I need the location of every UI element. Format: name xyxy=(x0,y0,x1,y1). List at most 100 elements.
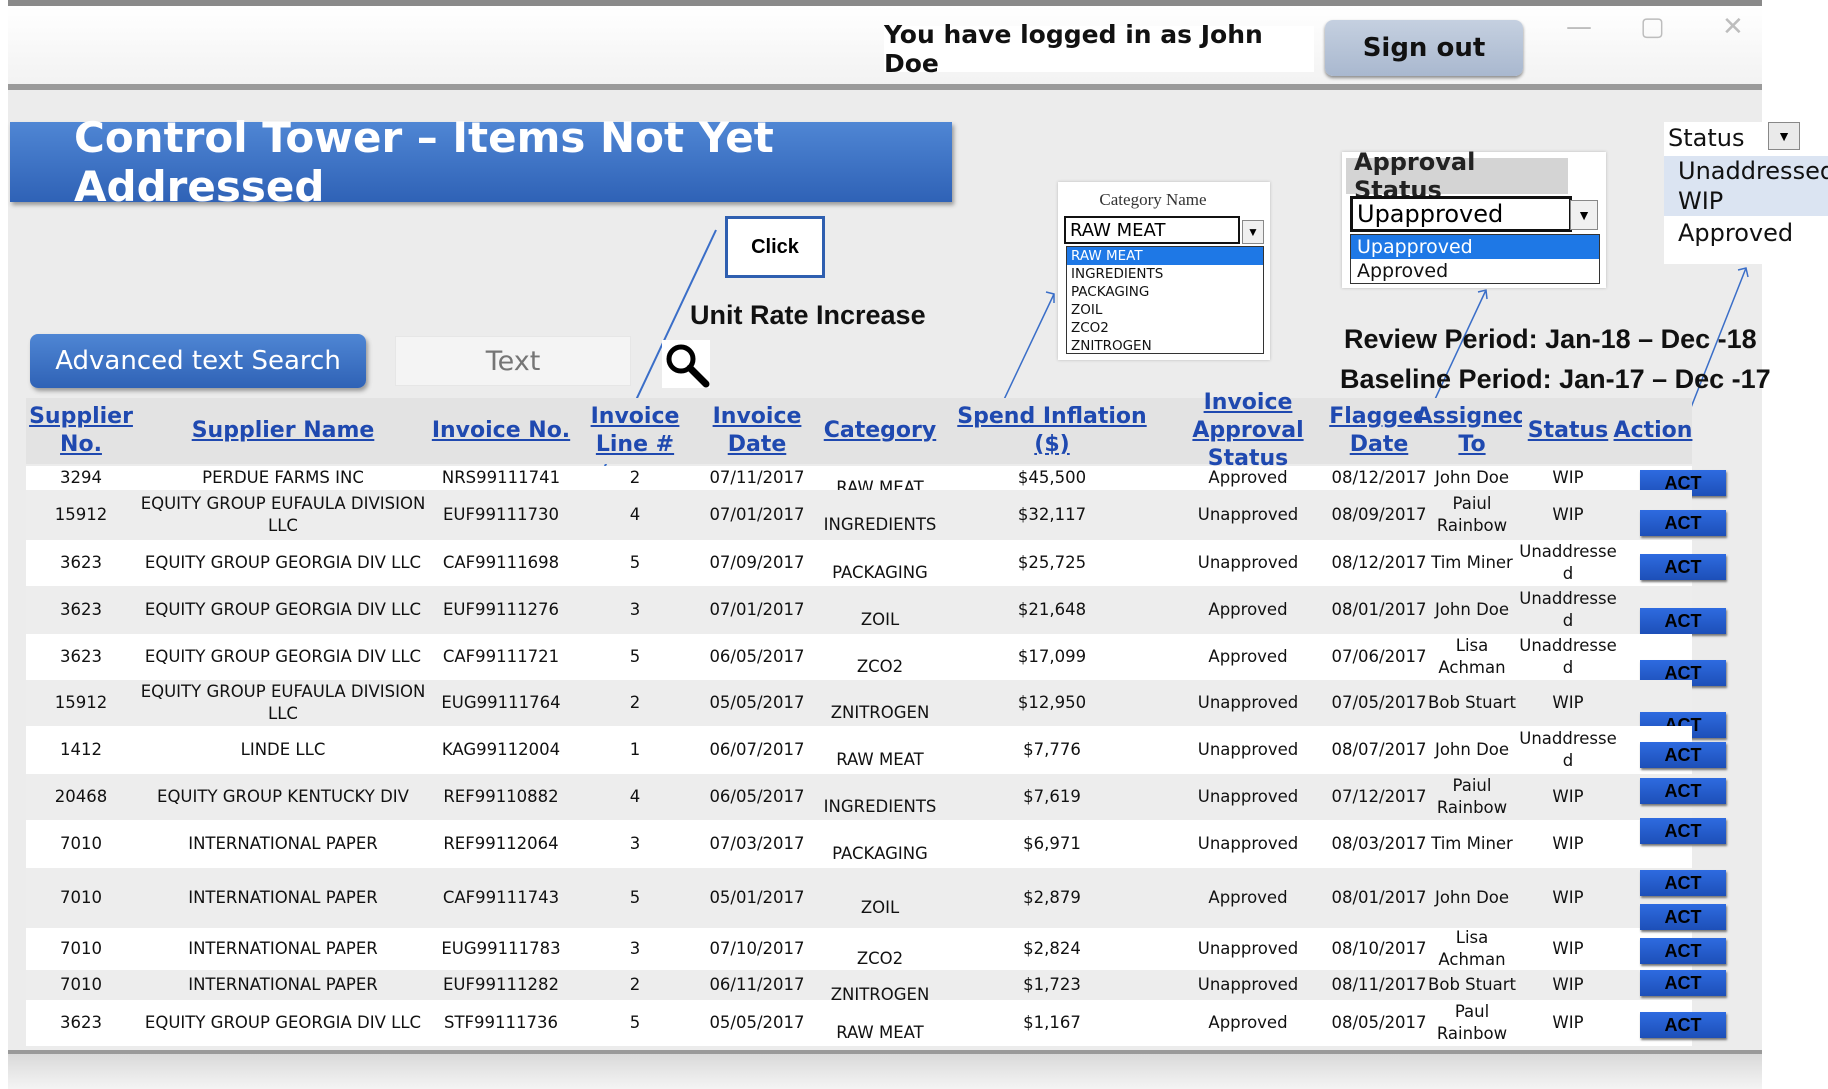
cell-line: 3 xyxy=(629,600,641,619)
act-button[interactable]: ACT xyxy=(1640,1012,1726,1038)
column-header[interactable]: Assigned To xyxy=(1416,398,1528,464)
status-option[interactable]: Approved xyxy=(1664,218,1828,248)
cell-date: 07/09/2017 xyxy=(709,553,805,572)
category-option[interactable]: RAW MEAT xyxy=(1067,247,1263,265)
cell-line: 5 xyxy=(629,1013,641,1032)
cell-date: 05/05/2017 xyxy=(709,1013,805,1032)
chevron-down-icon[interactable]: ▼ xyxy=(1242,220,1264,244)
column-header[interactable]: Spend Inflation ($) xyxy=(944,398,1160,464)
cell-supplier-name: EQUITY GROUP KENTUCKY DIV xyxy=(157,787,409,806)
approval-option[interactable]: Upapproved xyxy=(1351,235,1599,259)
cell-approval: Approved xyxy=(1208,468,1288,487)
cell-flagged: 08/10/2017 xyxy=(1331,939,1427,958)
cell-spend: $7,776 xyxy=(1023,740,1081,759)
search-input[interactable] xyxy=(395,336,631,386)
cell-flagged: 08/01/2017 xyxy=(1331,888,1427,907)
category-options-list: RAW MEAT INGREDIENTS PACKAGING ZOIL ZCO2… xyxy=(1066,246,1264,354)
cell-supplier-name: EQUITY GROUP GEORGIA DIV LLC xyxy=(144,647,422,666)
cell-flagged: 08/05/2017 xyxy=(1331,1013,1427,1032)
cell-approval: Unapproved xyxy=(1197,939,1299,958)
cell-invoice-no: CAF99111698 xyxy=(442,553,560,572)
cell-flagged: 07/05/2017 xyxy=(1331,693,1427,712)
cell-invoice-no: EUG99111783 xyxy=(441,939,561,958)
approval-option[interactable]: Approved xyxy=(1351,259,1599,283)
cell-supplier-no: 3294 xyxy=(60,468,102,487)
category-select[interactable]: RAW MEAT xyxy=(1064,216,1240,244)
cell-status: WIP xyxy=(1552,787,1584,806)
cell-status: WIP xyxy=(1552,975,1584,994)
act-button[interactable]: ACT xyxy=(1640,818,1726,844)
unit-rate-label: Unit Rate Increase xyxy=(690,300,926,330)
approval-select[interactable]: Upapproved xyxy=(1350,196,1572,232)
chevron-down-icon[interactable]: ▼ xyxy=(1768,122,1800,150)
category-option[interactable]: PACKAGING xyxy=(1067,283,1263,301)
column-header[interactable]: Invoice Date xyxy=(698,398,816,464)
cell-spend: $6,971 xyxy=(1023,834,1081,853)
cell-assigned: Paiul Rainbow xyxy=(1436,776,1508,817)
act-button[interactable]: ACT xyxy=(1640,554,1726,580)
cell-line: 2 xyxy=(629,468,641,487)
category-option[interactable]: ZOIL xyxy=(1067,301,1263,319)
act-button[interactable]: ACT xyxy=(1640,904,1726,930)
cell-supplier-name: INTERNATIONAL PAPER xyxy=(188,975,378,994)
act-button[interactable]: ACT xyxy=(1640,938,1726,964)
cell-approval: Unapproved xyxy=(1197,740,1299,759)
cell-date: 05/01/2017 xyxy=(709,888,805,907)
baseline-period: Baseline Period: Jan-17 – Dec -17 xyxy=(1340,364,1771,394)
column-header[interactable]: Flagged Date xyxy=(1329,398,1429,464)
cell-assigned: Tim Miner xyxy=(1431,834,1513,853)
cell-status: WIP xyxy=(1552,468,1584,487)
column-header[interactable]: Invoice Approval Status xyxy=(1160,390,1336,471)
cell-line: 4 xyxy=(629,505,641,524)
column-header[interactable]: Supplier Name xyxy=(136,398,430,464)
cell-invoice-no: REF99110882 xyxy=(443,787,559,806)
column-header[interactable]: Invoice Line # xyxy=(572,398,698,464)
cell-status: WIP xyxy=(1552,1013,1584,1032)
column-header[interactable]: Category xyxy=(816,398,944,464)
cell-spend: $7,619 xyxy=(1023,787,1081,806)
column-header[interactable]: Status xyxy=(1522,398,1614,464)
category-option[interactable]: ZNITROGEN xyxy=(1067,337,1263,355)
cell-assigned: Bob Stuart xyxy=(1428,975,1516,994)
cell-spend: $2,824 xyxy=(1023,939,1081,958)
cell-supplier-name: EQUITY GROUP EUFAULA DIVISION LLC xyxy=(140,494,426,535)
column-header[interactable]: Action xyxy=(1614,398,1692,464)
column-header[interactable]: Invoice No. xyxy=(430,398,572,464)
advanced-search-button[interactable]: Advanced text Search xyxy=(30,334,366,388)
cell-supplier-no: 7010 xyxy=(60,939,102,958)
cell-invoice-no: NRS99111741 xyxy=(441,468,561,487)
status-option[interactable]: Unaddressed xyxy=(1664,156,1828,186)
act-button[interactable]: ACT xyxy=(1640,510,1726,536)
cell-approval: Unapproved xyxy=(1197,505,1299,524)
cell-date: 06/05/2017 xyxy=(709,787,805,806)
cell-invoice-no: CAF99111721 xyxy=(442,647,560,666)
category-option[interactable]: ZCO2 xyxy=(1067,319,1263,337)
cell-invoice-no: EUF99111282 xyxy=(443,975,559,994)
cell-spend: $12,950 xyxy=(1017,693,1087,712)
act-button[interactable]: ACT xyxy=(1640,778,1726,804)
cell-supplier-no: 7010 xyxy=(60,888,102,907)
act-button[interactable]: ACT xyxy=(1640,608,1726,634)
search-icon[interactable] xyxy=(662,340,710,388)
cell-flagged: 07/06/2017 xyxy=(1331,647,1427,666)
cell-supplier-name: EQUITY GROUP GEORGIA DIV LLC xyxy=(144,553,422,572)
cell-line: 2 xyxy=(629,975,641,994)
act-button[interactable]: ACT xyxy=(1640,742,1726,768)
cell-approval: Approved xyxy=(1208,888,1288,907)
status-option[interactable]: WIP xyxy=(1664,186,1828,216)
cell-status: WIP xyxy=(1552,888,1584,907)
cell-date: 07/03/2017 xyxy=(709,834,805,853)
status-filter-label: Status xyxy=(1668,124,1745,152)
act-button[interactable]: ACT xyxy=(1640,870,1726,896)
act-button[interactable]: ACT xyxy=(1640,970,1726,996)
cell-date: 07/11/2017 xyxy=(709,468,805,487)
category-option[interactable]: INGREDIENTS xyxy=(1067,265,1263,283)
cell-assigned: Bob Stuart xyxy=(1428,693,1516,712)
cell-invoice-no: CAF99111743 xyxy=(442,888,560,907)
cell-status: Unaddresse d xyxy=(1519,589,1617,630)
cell-supplier-name: LINDE LLC xyxy=(240,740,326,759)
column-header[interactable]: Supplier No. xyxy=(26,398,136,464)
cell-flagged: 08/12/2017 xyxy=(1331,468,1427,487)
cell-supplier-name: INTERNATIONAL PAPER xyxy=(188,939,378,958)
chevron-down-icon[interactable]: ▼ xyxy=(1570,200,1598,230)
